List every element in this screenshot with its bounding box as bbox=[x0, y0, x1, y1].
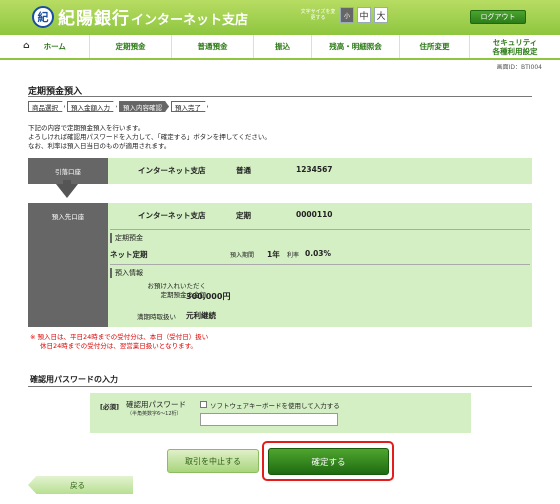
home-icon: ⌂ bbox=[23, 41, 30, 51]
step-product-select: 商品選択 bbox=[28, 101, 65, 112]
nav-address-change[interactable]: 住所変更 bbox=[400, 35, 470, 58]
bank-logo-icon: 紀 bbox=[32, 5, 54, 28]
cancel-transaction-button[interactable]: 取引を中止する bbox=[167, 449, 259, 473]
intro-text: 下記の内容で定期預金預入を行います。 よろしければ確認用パスワードを入力して、「… bbox=[28, 124, 271, 151]
bank-logo[interactable]: 紀 紀陽銀行 bbox=[32, 4, 130, 29]
rate-value: 0.03% bbox=[305, 249, 332, 258]
nav-security-settings[interactable]: セキュリティ 各種利用設定 bbox=[470, 35, 560, 58]
password-panel: [必須] 確認用パスワード （半角英数字6～12桁） ソフトウェアキーボードを使… bbox=[90, 393, 471, 433]
deposit-account-label: 預入先口座 bbox=[28, 203, 108, 327]
deposit-number: 0000110 bbox=[296, 210, 333, 219]
amount-value: 300,000円 bbox=[186, 292, 231, 301]
confirm-password-input[interactable] bbox=[200, 413, 338, 426]
flow-arrow-icon bbox=[56, 184, 78, 198]
password-field-hint: （半角英数字6～12桁） bbox=[127, 411, 182, 417]
step-complete: 預入完了 bbox=[171, 101, 208, 112]
password-field-label: 確認用パスワード bbox=[126, 400, 186, 409]
password-section-divider bbox=[28, 386, 532, 387]
nav-time-deposit[interactable]: 定期預金 bbox=[90, 35, 172, 58]
rate-label: 利率 bbox=[287, 252, 300, 259]
section-divider bbox=[110, 264, 530, 265]
password-section-title: 確認用パスワードの入力 bbox=[30, 375, 118, 384]
intro-line: 下記の内容で定期預金預入を行います。 bbox=[28, 124, 145, 132]
amount-label-line: お預け入れいただく bbox=[147, 282, 207, 290]
screen-id: 画面ID：BTI004 bbox=[496, 64, 542, 71]
title-divider bbox=[28, 96, 532, 97]
debit-branch: インターネット支店 bbox=[138, 166, 206, 175]
debit-type: 普通 bbox=[236, 166, 251, 175]
font-size-large-button[interactable]: 大 bbox=[374, 7, 388, 23]
software-keyboard-checkbox[interactable] bbox=[200, 401, 207, 408]
nav-home[interactable]: ⌂ ホーム bbox=[0, 35, 90, 58]
period-label: 預入期間 bbox=[230, 252, 255, 259]
main-nav: ⌂ ホーム 定期預金 普通預金 振込 残高・明細照会 住所変更 セキュリティ 各… bbox=[0, 35, 560, 60]
deposit-account-row: 預入先口座 インターネット支店 定期 0000110 bbox=[28, 203, 532, 327]
step-confirm: 預入内容確認 bbox=[119, 101, 169, 112]
intro-line: よろしければ確認用パスワードを入力して、「確定する」ボタンを押してください。 bbox=[28, 133, 271, 141]
deposit-date-note: ※ 預入日は、平日24時までの受付分は、本日（受付日）扱い 休日24時までの受付… bbox=[30, 333, 208, 351]
product-name: ネット定期 bbox=[110, 250, 148, 259]
section-divider bbox=[110, 229, 530, 230]
font-size-label: 文字サイズを変更する bbox=[300, 9, 336, 21]
logout-button[interactable]: ログアウト bbox=[470, 10, 526, 24]
deposit-account-details: インターネット支店 定期 0000110 bbox=[108, 203, 532, 327]
font-size-selector: 文字サイズを変更する 小 中 大 bbox=[300, 7, 391, 23]
period-value: 1年 bbox=[267, 250, 280, 259]
software-keyboard-label[interactable]: ソフトウェアキーボードを使用して入力する bbox=[210, 400, 340, 410]
time-deposit-section-title: 定期預金 bbox=[110, 233, 143, 243]
maturity-label: 満期時取扱い bbox=[137, 313, 176, 321]
note-line: 休日24時までの受付分は、翌営業日扱いとなります。 bbox=[40, 342, 197, 350]
nav-home-label: ホーム bbox=[43, 42, 66, 51]
required-label: [必須] bbox=[100, 403, 119, 411]
bank-name: 紀陽銀行 bbox=[58, 9, 130, 29]
header: 紀 紀陽銀行 インターネット支店 文字サイズを変更する 小 中 大 ログアウト bbox=[0, 0, 560, 35]
branch-title: インターネット支店 bbox=[131, 13, 249, 28]
debit-account-details: インターネット支店 普通 1234567 bbox=[108, 158, 532, 184]
nav-ordinary-deposit[interactable]: 普通預金 bbox=[172, 35, 254, 58]
debit-number: 1234567 bbox=[296, 165, 333, 174]
nav-transfer[interactable]: 振込 bbox=[254, 35, 312, 58]
maturity-value: 元利継続 bbox=[186, 311, 216, 320]
step-amount-input: 預入金額入力 bbox=[67, 101, 117, 112]
back-button[interactable]: 戻る bbox=[28, 476, 133, 494]
progress-steps: 商品選択 預入金額入力 預入内容確認 預入完了 bbox=[28, 101, 210, 112]
deposit-type: 定期 bbox=[236, 211, 251, 220]
font-size-small-button[interactable]: 小 bbox=[340, 7, 354, 23]
confirm-button[interactable]: 確定する bbox=[268, 448, 389, 475]
note-line: ※ 預入日は、平日24時までの受付分は、本日（受付日）扱い bbox=[30, 333, 209, 341]
intro-line: なお、利率は預入日当日のものが適用されます。 bbox=[28, 142, 171, 150]
deposit-branch: インターネット支店 bbox=[138, 211, 206, 220]
deposit-info-section-title: 預入情報 bbox=[110, 268, 143, 278]
debit-account-row: 引落口座 インターネット支店 普通 1234567 bbox=[28, 158, 532, 184]
font-size-medium-button[interactable]: 中 bbox=[357, 7, 371, 23]
nav-balance-inquiry[interactable]: 残高・明細照会 bbox=[312, 35, 400, 58]
